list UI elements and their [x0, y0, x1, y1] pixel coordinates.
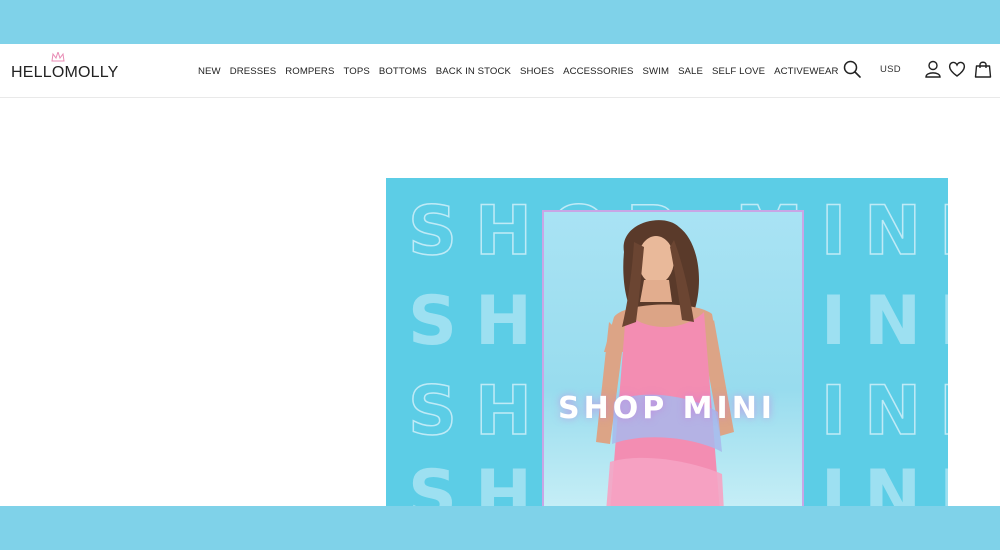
hero-title[interactable]: SHOP MINI	[386, 391, 948, 426]
top-announcement-band	[0, 0, 1000, 44]
brand-logo[interactable]: HELLOMOLLY	[11, 52, 119, 82]
nav-item-shoes[interactable]: SHOES	[520, 66, 554, 77]
hero-banner[interactable]: SHOP MINI SHOP MINI SHOP MINI SHOP MINI	[386, 178, 948, 506]
nav-item-dresses[interactable]: DRESSES	[230, 66, 277, 77]
model-photo	[542, 210, 804, 506]
nav-item-new[interactable]: NEW	[198, 66, 221, 77]
nav-item-self-love[interactable]: SELF LOVE	[712, 66, 765, 77]
site-header: HELLOMOLLY NEW DRESSES ROMPERS TOPS BOTT…	[0, 44, 1000, 98]
brand-logo-text: HELLOMOLLY	[11, 64, 119, 81]
bottom-band	[0, 506, 1000, 550]
nav-item-activewear[interactable]: ACTIVEWEAR	[774, 66, 838, 77]
search-icon[interactable]	[842, 59, 862, 79]
main-navigation: NEW DRESSES ROMPERS TOPS BOTTOMS BACK IN…	[198, 44, 839, 98]
crown-icon	[51, 52, 65, 62]
model-illustration	[596, 220, 734, 506]
nav-item-accessories[interactable]: ACCESSORIES	[563, 66, 633, 77]
nav-item-sale[interactable]: SALE	[678, 66, 703, 77]
currency-selector[interactable]: USD	[880, 64, 901, 75]
shopping-bag-icon[interactable]	[973, 59, 993, 79]
nav-item-swim[interactable]: SWIM	[643, 66, 670, 77]
nav-item-bottoms[interactable]: BOTTOMS	[379, 66, 427, 77]
user-icon[interactable]	[923, 59, 943, 79]
nav-item-back-in-stock[interactable]: BACK IN STOCK	[436, 66, 511, 77]
nav-item-tops[interactable]: TOPS	[343, 66, 369, 77]
heart-icon[interactable]	[947, 59, 967, 79]
nav-item-rompers[interactable]: ROMPERS	[285, 66, 334, 77]
